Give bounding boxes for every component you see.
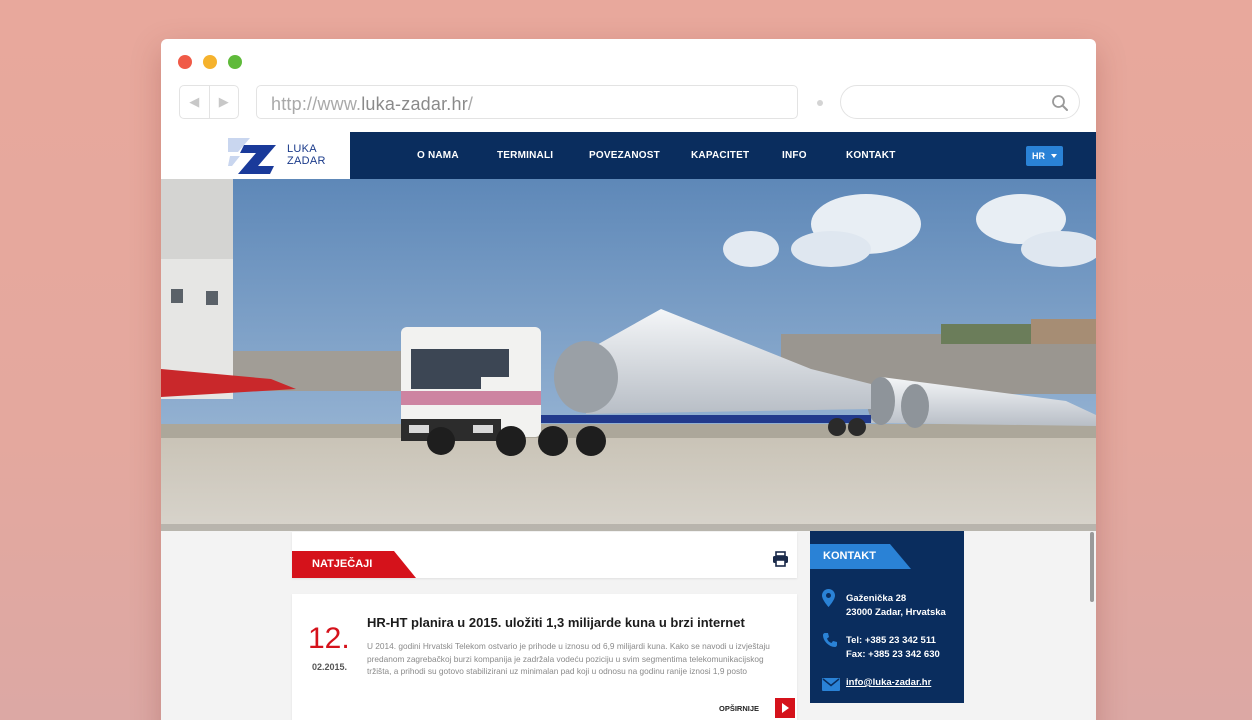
url-host: luka-zadar.hr xyxy=(361,94,468,114)
nav-item-kontakt[interactable]: KONTAKT xyxy=(846,150,896,161)
location-pin-icon xyxy=(822,589,835,607)
main-navigation: O NAMA TERMINALI POVEZANOST KAPACITET IN… xyxy=(350,132,1096,179)
news-body: U 2014. godini Hrvatski Telekom ostvario… xyxy=(367,641,770,676)
news-date: 02.2015. xyxy=(312,662,348,672)
news-title[interactable]: HR-HT planira u 2015. uložiti 1,3 milija… xyxy=(367,615,745,630)
url-suffix: / xyxy=(467,94,474,114)
contact-label: KONTAKT xyxy=(810,544,911,569)
separator-dot xyxy=(817,100,823,106)
email-icon xyxy=(822,678,840,691)
contact-tel: Tel: +385 23 342 511 xyxy=(846,635,936,646)
site-logo[interactable]: LUKA ZADAR xyxy=(161,132,350,179)
hero-image xyxy=(161,179,1096,531)
nav-item-povezanost[interactable]: POVEZANOST xyxy=(589,150,660,161)
logo-text: LUKA ZADAR xyxy=(287,143,326,167)
forward-arrow-icon[interactable]: ▶ xyxy=(210,86,239,118)
nav-item-o-nama[interactable]: O NAMA xyxy=(417,150,459,161)
history-nav: ◀ ▶ xyxy=(179,85,239,119)
section-label: NATJEČAJI xyxy=(292,551,416,578)
luka-zadar-logo-icon xyxy=(228,138,276,174)
section-header: NATJEČAJI xyxy=(292,532,797,578)
nav-item-terminali[interactable]: TERMINALI xyxy=(497,150,553,161)
logo-line-1: LUKA xyxy=(287,143,317,155)
back-arrow-icon[interactable]: ◀ xyxy=(180,86,210,118)
address-bar[interactable]: http://www.luka-zadar.hr/ xyxy=(256,85,798,119)
website: LUKA ZADAR O NAMA TERMINALI POVEZANOST K… xyxy=(161,132,1096,720)
address-line-1: Gaženička 28 xyxy=(846,593,907,604)
read-more-arrow-icon[interactable] xyxy=(775,698,795,718)
logo-line-2: ZADAR xyxy=(287,155,326,167)
contact-panel: KONTAKT Gaženička 28 23000 Zadar, Hrvats… xyxy=(810,531,964,703)
print-icon[interactable] xyxy=(772,551,789,567)
nav-item-info[interactable]: INFO xyxy=(782,150,807,161)
read-more-link[interactable]: OPŠIRNIJE xyxy=(719,704,759,713)
news-day: 12. xyxy=(308,622,350,655)
close-window-button[interactable] xyxy=(178,55,192,69)
language-value: HR xyxy=(1032,151,1045,161)
url-prefix: http://www. xyxy=(271,94,362,114)
minimize-window-button[interactable] xyxy=(203,55,217,69)
search-icon[interactable] xyxy=(1051,94,1069,112)
address-line-2: 23000 Zadar, Hrvatska xyxy=(846,607,946,618)
browser-search-input[interactable] xyxy=(840,85,1080,119)
phone-icon xyxy=(823,633,837,647)
language-select[interactable]: HR xyxy=(1026,146,1063,166)
contact-email-link[interactable]: info@luka-zadar.hr xyxy=(846,676,931,690)
nav-item-kapacitet[interactable]: KAPACITET xyxy=(691,150,749,161)
browser-window: ◀ ▶ http://www.luka-zadar.hr/ LUKA ZADAR… xyxy=(161,39,1096,720)
scrollbar[interactable] xyxy=(1090,532,1094,602)
contact-fax: Fax: +385 23 342 630 xyxy=(846,649,940,660)
maximize-window-button[interactable] xyxy=(228,55,242,69)
news-item: 12. 02.2015. HR-HT planira u 2015. uloži… xyxy=(292,594,797,720)
chevron-down-icon xyxy=(1051,154,1057,158)
